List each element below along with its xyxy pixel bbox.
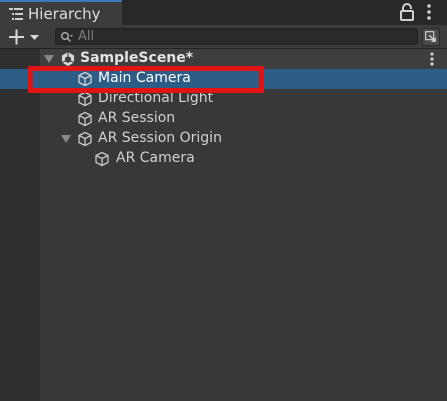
tree-item-label: AR Camera	[116, 150, 195, 166]
hierarchy-list-icon	[9, 8, 23, 20]
scene-name: SampleScene*	[80, 50, 194, 66]
hierarchy-toolbar	[0, 25, 447, 49]
unity-scene-icon	[61, 52, 75, 66]
foldout-expanded-icon[interactable]	[61, 135, 71, 143]
cube-icon	[78, 91, 92, 107]
tree-item-label: AR Session	[98, 110, 176, 126]
search-field[interactable]	[55, 28, 418, 45]
tree-item-ar-camera[interactable]: AR Camera	[40, 149, 447, 169]
tree-item-ar-session[interactable]: AR Session	[40, 109, 447, 129]
tab-label: Hierarchy	[28, 5, 101, 23]
kebab-menu-icon[interactable]	[424, 3, 434, 21]
add-object-button[interactable]	[6, 27, 42, 47]
foldout-expanded-icon[interactable]	[44, 55, 54, 63]
scene-visibility-icon[interactable]	[422, 28, 440, 46]
search-icon	[60, 31, 73, 43]
cube-icon	[78, 131, 92, 147]
cube-icon	[78, 111, 92, 127]
tab-hierarchy[interactable]: Hierarchy	[0, 0, 122, 25]
search-input[interactable]	[78, 29, 408, 44]
scene-menu-icon[interactable]	[429, 51, 435, 67]
tree-gutter	[0, 49, 40, 401]
hierarchy-tree: SampleScene* Main Camera Directional Lig…	[0, 49, 447, 401]
lock-icon[interactable]	[400, 3, 414, 21]
tree-item-label: AR Session Origin	[98, 130, 222, 146]
tab-bar: Hierarchy	[0, 0, 447, 25]
cube-icon	[95, 151, 109, 167]
hierarchy-window: Hierarchy All SampleScene* Main Camera D…	[0, 0, 447, 401]
tree-item-ar-session-origin[interactable]: AR Session Origin	[40, 129, 447, 149]
annotation-highlight-box	[28, 66, 264, 93]
